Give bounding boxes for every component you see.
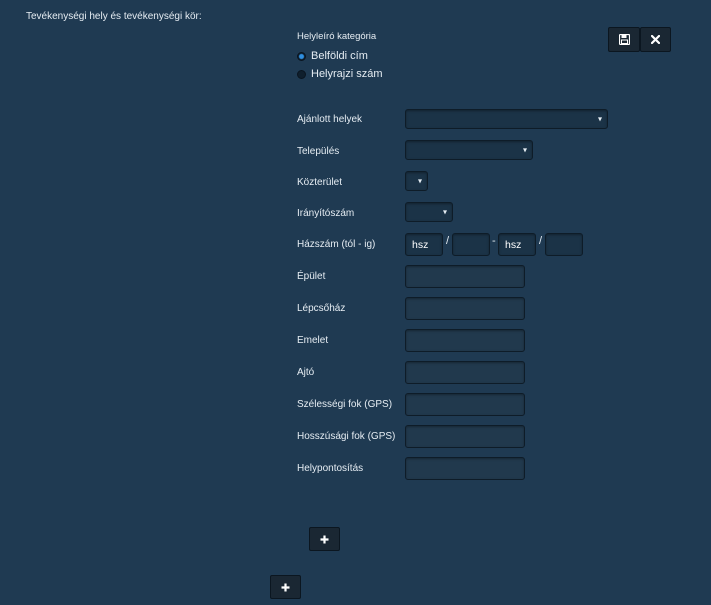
iranyitoszam-select[interactable]: [405, 202, 453, 222]
lepcsohaz-input[interactable]: [405, 297, 525, 320]
szelessegi-fok-input[interactable]: [405, 393, 525, 416]
radio-label: Belföldi cím: [311, 50, 368, 62]
radio-helyrajzi-szam[interactable]: Helyrajzi szám: [297, 67, 383, 81]
hazszam-separator-1: /: [446, 235, 450, 247]
helypontositas-label: Helypontosítás: [297, 463, 364, 474]
epulet-label: Épület: [297, 271, 326, 282]
ajanlott-helyek-label: Ajánlott helyek: [297, 114, 363, 125]
hazszam-dash: -: [492, 235, 496, 247]
close-icon: [651, 35, 660, 44]
radio-label: Helyrajzi szám: [311, 68, 383, 80]
ajto-label: Ajtó: [297, 367, 315, 378]
telepules-select[interactable]: [405, 140, 533, 160]
hazszam-to-prefix: hsz: [505, 238, 522, 251]
hosszusagi-fok-label: Hosszúsági fok (GPS): [297, 431, 396, 442]
szelessegi-fok-label: Szélességi fok (GPS): [297, 399, 393, 410]
radio-unselected-icon[interactable]: [297, 69, 306, 79]
plus-icon: [320, 535, 329, 544]
helypontositas-input[interactable]: [405, 457, 525, 480]
kozterulet-label: Közterület: [297, 177, 343, 188]
hosszusagi-fok-input[interactable]: [405, 425, 525, 448]
save-icon: [618, 34, 630, 45]
epulet-input[interactable]: [405, 265, 525, 288]
telepules-label: Település: [297, 146, 340, 157]
radio-selected-icon[interactable]: [297, 51, 306, 61]
radio-belfoldi-cim[interactable]: Belföldi cím: [297, 49, 368, 63]
lepcsohaz-label: Lépcsőház: [297, 303, 346, 314]
kozterulet-select[interactable]: [405, 171, 428, 191]
category-label: Helyleíró kategória: [297, 31, 377, 42]
plus-icon: [281, 583, 290, 592]
hazszam-to-suffix-input[interactable]: [545, 233, 583, 256]
add-section-button[interactable]: [270, 575, 301, 599]
hazszam-from-prefix: hsz: [412, 238, 429, 251]
close-button[interactable]: [640, 27, 671, 52]
hazszam-from-input[interactable]: hsz: [405, 233, 443, 256]
hazszam-from-suffix-input[interactable]: [452, 233, 490, 256]
ajto-input[interactable]: [405, 361, 525, 384]
save-button[interactable]: [608, 27, 640, 52]
hazszam-to-input[interactable]: hsz: [498, 233, 536, 256]
emelet-input[interactable]: [405, 329, 525, 352]
hazszam-separator-2: /: [539, 235, 543, 247]
iranyitoszam-label: Irányítószám: [297, 208, 355, 219]
add-location-button[interactable]: [309, 527, 340, 551]
ajanlott-helyek-select[interactable]: [405, 109, 608, 129]
section-title: Tevékenységi hely és tevékenységi kör:: [26, 11, 202, 22]
hazszam-label: Házszám (tól - ig): [297, 239, 376, 250]
emelet-label: Emelet: [297, 335, 329, 346]
